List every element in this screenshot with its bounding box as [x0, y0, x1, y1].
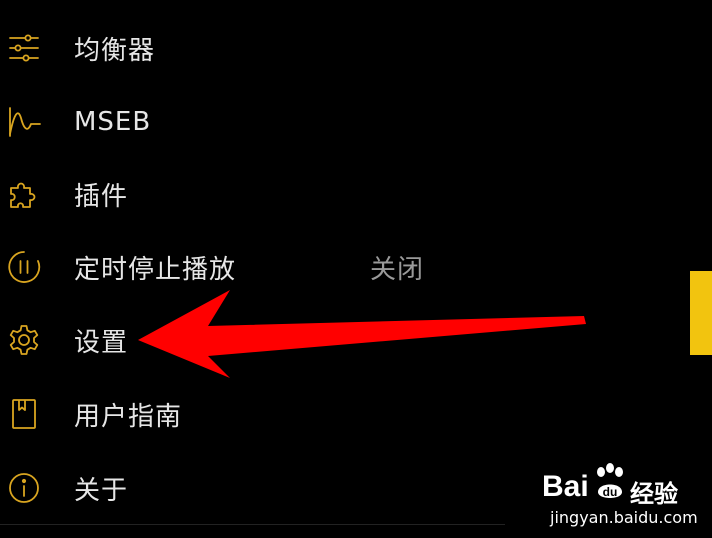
menu-item-label: 均衡器 — [74, 35, 156, 66]
menu-bottom-divider — [0, 524, 505, 525]
menu-item-mseb[interactable]: MSEB — [0, 87, 520, 157]
watermark-url: jingyan.baidu.com — [550, 508, 698, 527]
menu-item-label: 插件 — [74, 181, 129, 212]
scroll-tab[interactable] — [690, 271, 712, 355]
paw-logo-icon: du — [597, 463, 623, 499]
menu-item-equalizer[interactable]: 均衡器 — [0, 13, 520, 83]
equalizer-sliders-icon — [6, 30, 42, 66]
puzzle-piece-icon — [6, 176, 42, 212]
menu-item-sleep-timer[interactable]: 定时停止播放 关闭 — [0, 232, 520, 302]
pause-timer-icon — [6, 249, 42, 285]
menu-item-label: MSEB — [74, 107, 152, 137]
gear-icon — [6, 322, 42, 358]
menu-item-plugins[interactable]: 插件 — [0, 159, 520, 229]
menu-item-settings[interactable]: 设置 — [0, 305, 520, 375]
watermark-jingyan-text: 经验 — [630, 480, 678, 508]
baidu-jingyan-watermark: Bai du 经验 jingyan.baidu.com — [542, 462, 702, 532]
svg-text:du: du — [603, 485, 618, 499]
menu-item-label: 设置 — [74, 327, 129, 358]
watermark-logo-text: Bai — [542, 470, 589, 503]
menu-item-label: 用户指南 — [74, 401, 183, 432]
menu-item-about[interactable]: 关于 — [0, 453, 520, 523]
sleep-timer-value: 关闭 — [370, 254, 425, 285]
info-icon — [6, 470, 42, 506]
side-menu: 均衡器 MSEB 插件 定时停止播放 关闭 设置 用户指南 关于 — [0, 0, 520, 538]
waveform-icon — [6, 104, 42, 140]
menu-item-label: 定时停止播放 — [74, 254, 237, 285]
menu-item-user-guide[interactable]: 用户指南 — [0, 379, 520, 449]
book-icon — [6, 396, 42, 432]
menu-item-label: 关于 — [74, 475, 129, 506]
